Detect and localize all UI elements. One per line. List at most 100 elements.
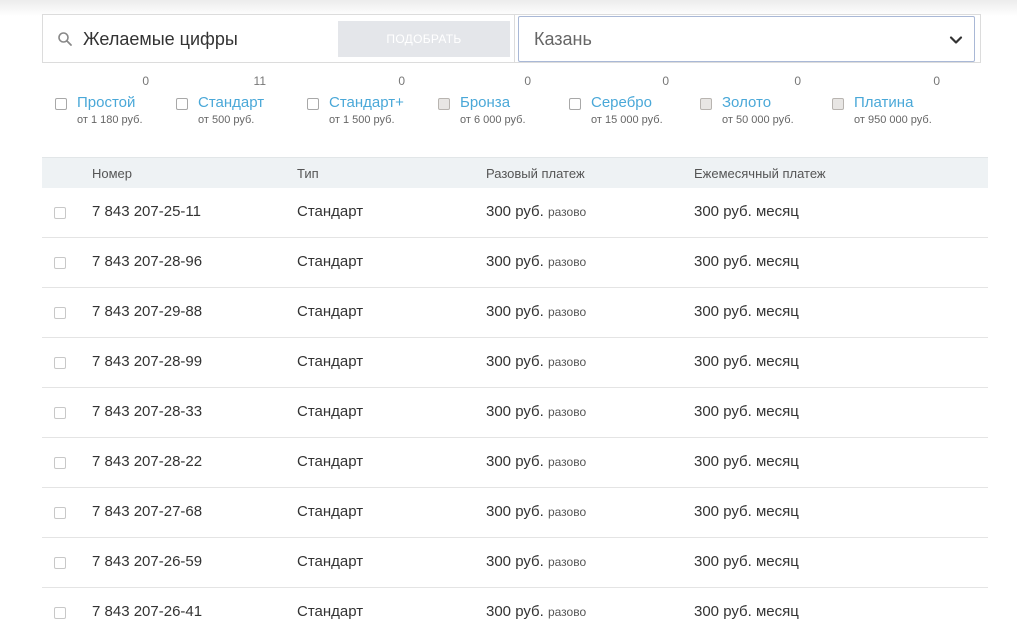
tariff-name[interactable]: Бронза: [460, 94, 510, 111]
tariff-checkbox[interactable]: [307, 98, 319, 110]
phone-number: 7 843 207-28-99: [92, 353, 203, 370]
search-input[interactable]: [83, 23, 333, 55]
table-row[interactable]: 7 843 207-28-96 Стандарт 300 руб. разово…: [42, 238, 988, 288]
tariff-checkbox[interactable]: [176, 98, 188, 110]
tariff-filter-zoloto[interactable]: 0 Золото от 50 000 руб.: [700, 72, 801, 132]
number-type: Стандарт: [297, 503, 364, 520]
tariff-count: 0: [662, 74, 669, 88]
monthly-payment: 300 руб. месяц: [694, 403, 799, 420]
table-row[interactable]: 7 843 207-29-88 Стандарт 300 руб. разово…: [42, 288, 988, 338]
monthly-payment: 300 руб. месяц: [694, 303, 799, 320]
tariff-price: от 1 500 руб.: [329, 114, 395, 126]
phone-number: 7 843 207-28-33: [92, 403, 203, 420]
tariff-price: от 15 000 руб.: [591, 114, 663, 126]
one-time-payment: 300 руб. разово: [486, 453, 587, 470]
row-checkbox[interactable]: [54, 457, 66, 469]
row-checkbox[interactable]: [54, 257, 66, 269]
tariff-name[interactable]: Простой: [77, 94, 135, 111]
search-panel: ПОДОБРАТЬ: [42, 14, 515, 63]
pick-button[interactable]: ПОДОБРАТЬ: [338, 21, 510, 57]
tariff-count: 0: [794, 74, 801, 88]
phone-number: 7 843 207-26-59: [92, 553, 203, 570]
tariff-price: от 6 000 руб.: [460, 114, 526, 126]
monthly-payment: 300 руб. месяц: [694, 603, 799, 620]
tariff-price: от 950 000 руб.: [854, 114, 932, 126]
number-type: Стандарт: [297, 453, 364, 470]
row-checkbox[interactable]: [54, 607, 66, 619]
phone-number: 7 843 207-28-96: [92, 253, 203, 270]
phone-number: 7 843 207-25-11: [92, 203, 201, 220]
phone-number: 7 843 207-27-68: [92, 503, 203, 520]
tariff-filter-platina[interactable]: 0 Платина от 950 000 руб.: [832, 72, 940, 132]
tariff-checkbox[interactable]: [569, 98, 581, 110]
tariff-price: от 500 руб.: [198, 114, 255, 126]
tariff-count: 0: [398, 74, 405, 88]
one-time-payment: 300 руб. разово: [486, 403, 587, 420]
row-checkbox[interactable]: [54, 557, 66, 569]
tariff-name[interactable]: Золото: [722, 94, 771, 111]
row-checkbox[interactable]: [54, 307, 66, 319]
tariff-checkbox[interactable]: [55, 98, 67, 110]
city-select[interactable]: Казань: [518, 16, 975, 62]
phone-number: 7 843 207-29-88: [92, 303, 203, 320]
number-type: Стандарт: [297, 303, 364, 320]
tariff-price: от 1 180 руб.: [77, 114, 143, 126]
city-panel: Казань: [515, 14, 981, 63]
tariff-count: 0: [524, 74, 531, 88]
row-checkbox[interactable]: [54, 407, 66, 419]
one-time-payment: 300 руб. разово: [486, 553, 587, 570]
tariff-count: 0: [933, 74, 940, 88]
one-time-payment: 300 руб. разово: [486, 503, 587, 520]
table-row[interactable]: 7 843 207-28-33 Стандарт 300 руб. разово…: [42, 388, 988, 438]
search-icon: [58, 32, 72, 46]
column-header-monthly: Ежемесячный платеж: [694, 166, 826, 181]
number-type: Стандарт: [297, 253, 364, 270]
column-header-type: Тип: [297, 166, 319, 181]
table-row[interactable]: 7 843 207-28-22 Стандарт 300 руб. разово…: [42, 438, 988, 488]
chevron-down-icon: [949, 36, 963, 44]
one-time-payment: 300 руб. разово: [486, 253, 587, 270]
one-time-payment: 300 руб. разово: [486, 203, 587, 220]
tariff-checkbox[interactable]: [832, 98, 844, 110]
monthly-payment: 300 руб. месяц: [694, 453, 799, 470]
tariff-filter-serebro[interactable]: 0 Серебро от 15 000 руб.: [569, 72, 669, 132]
table-row[interactable]: 7 843 207-26-59 Стандарт 300 руб. разово…: [42, 538, 988, 588]
row-checkbox[interactable]: [54, 357, 66, 369]
number-type: Стандарт: [297, 203, 364, 220]
tariff-name[interactable]: Серебро: [591, 94, 652, 111]
monthly-payment: 300 руб. месяц: [694, 203, 799, 220]
tariff-filter-standart-plus[interactable]: 0 Стандарт+ от 1 500 руб.: [307, 72, 405, 132]
phone-number: 7 843 207-28-22: [92, 453, 203, 470]
monthly-payment: 300 руб. месяц: [694, 353, 799, 370]
row-checkbox[interactable]: [54, 207, 66, 219]
table-row[interactable]: 7 843 207-25-11 Стандарт 300 руб. разово…: [42, 188, 988, 238]
tariff-name[interactable]: Стандарт+: [329, 94, 404, 111]
table-row[interactable]: 7 843 207-28-99 Стандарт 300 руб. разово…: [42, 338, 988, 388]
monthly-payment: 300 руб. месяц: [694, 503, 799, 520]
one-time-payment: 300 руб. разово: [486, 303, 587, 320]
tariff-filter-prostoy[interactable]: 0 Простой от 1 180 руб.: [55, 72, 151, 132]
tariff-name[interactable]: Платина: [854, 94, 913, 111]
tariff-count: 11: [253, 74, 266, 88]
one-time-payment: 300 руб. разово: [486, 353, 587, 370]
table-header: Номер Тип Разовый платеж Ежемесячный пла…: [42, 157, 988, 188]
monthly-payment: 300 руб. месяц: [694, 253, 799, 270]
tariff-checkbox[interactable]: [700, 98, 712, 110]
numbers-table: Номер Тип Разовый платеж Ежемесячный пла…: [42, 157, 988, 633]
monthly-payment: 300 руб. месяц: [694, 553, 799, 570]
table-row[interactable]: 7 843 207-26-41 Стандарт 300 руб. разово…: [42, 588, 988, 633]
tariff-price: от 50 000 руб.: [722, 114, 794, 126]
number-type: Стандарт: [297, 603, 364, 620]
number-type: Стандарт: [297, 553, 364, 570]
tariff-filter-standart[interactable]: 11 Стандарт от 500 руб.: [176, 72, 266, 132]
row-checkbox[interactable]: [54, 507, 66, 519]
tariff-checkbox[interactable]: [438, 98, 450, 110]
one-time-payment: 300 руб. разово: [486, 603, 587, 620]
number-type: Стандарт: [297, 353, 364, 370]
city-value: Казань: [534, 29, 592, 49]
tariff-name[interactable]: Стандарт: [198, 94, 264, 111]
number-type: Стандарт: [297, 403, 364, 420]
tariff-count: 0: [142, 74, 149, 88]
tariff-filter-bronza[interactable]: 0 Бронза от 6 000 руб.: [438, 72, 533, 132]
table-row[interactable]: 7 843 207-27-68 Стандарт 300 руб. разово…: [42, 488, 988, 538]
